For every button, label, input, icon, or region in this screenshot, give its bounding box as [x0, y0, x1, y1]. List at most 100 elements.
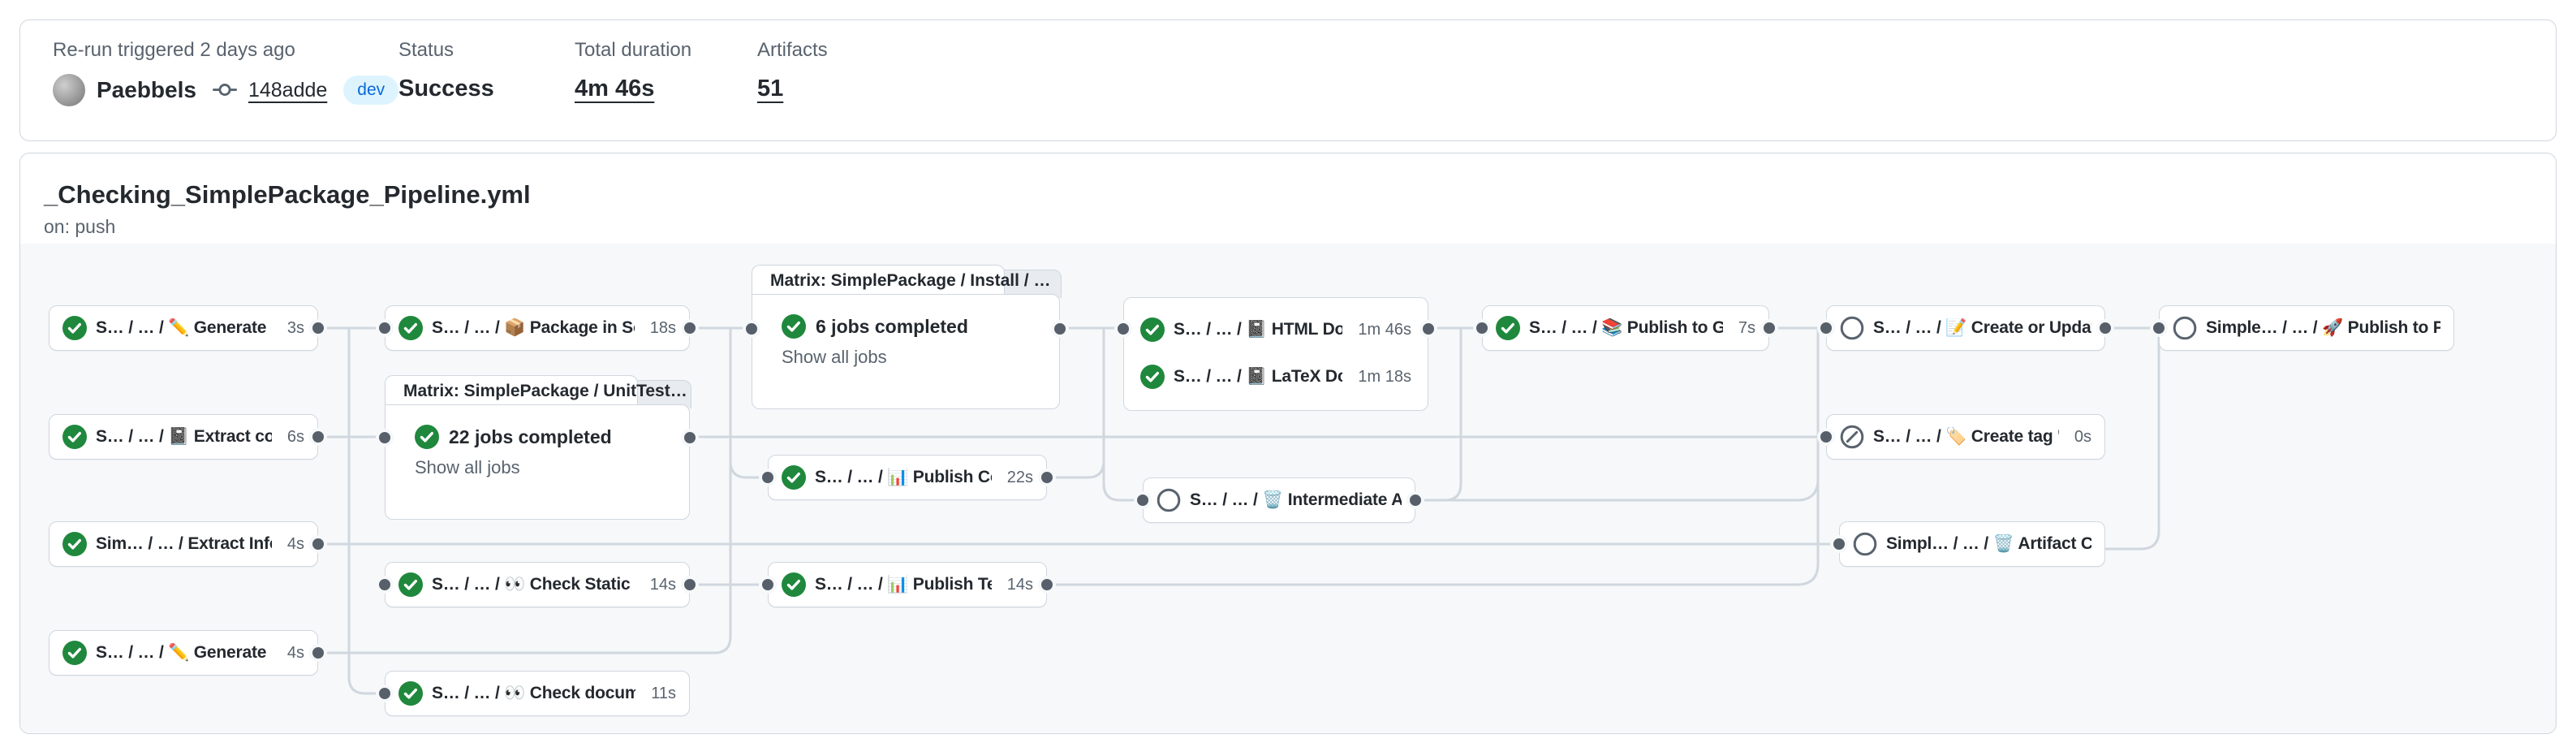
- matrix-status-text: 6 jobs completed: [816, 316, 968, 338]
- job-duration: 11s: [644, 685, 676, 703]
- connector-dot: [1760, 319, 1778, 337]
- skipped-slash-icon: [1840, 425, 1864, 449]
- job-label: S… / … / 📓 HTML Docu…: [1174, 320, 1342, 339]
- job-node-check-static-typing[interactable]: S… / … / 👀 Check Static Ty… 14s: [385, 562, 690, 607]
- connector-dot: [1817, 319, 1835, 337]
- connector-dot: [376, 685, 394, 702]
- job-label: S… / … / 📚 Publish to GH-P…: [1529, 318, 1723, 338]
- show-all-jobs-link[interactable]: Show all jobs: [752, 339, 1059, 368]
- job-node-generate-pipeline-2[interactable]: S… / … / ✏️ Generate pipelin… 4s: [49, 630, 318, 676]
- matrix-status-row: 22 jobs completed: [386, 405, 689, 449]
- skipped-icon: [2173, 316, 2197, 340]
- job-node-artifact-cleanup[interactable]: Simpl… / … / 🗑️ Artifact Cleanup: [1839, 521, 2105, 567]
- connector-dot: [376, 319, 394, 337]
- connector-dot: [309, 644, 327, 662]
- avatar[interactable]: [53, 74, 85, 106]
- job-node-publish-code-coverage[interactable]: S… / … / 📊 Publish Code C… 22s: [768, 455, 1047, 500]
- connector-dot: [309, 319, 327, 337]
- job-node-package-in-source[interactable]: S… / … / 📦 Package in Sou… 18s: [385, 305, 690, 351]
- job-node-extract-information[interactable]: Sim… / … / Extract Information 4s: [49, 521, 318, 567]
- rerun-column: Re-run triggered 2 days ago: [53, 38, 295, 63]
- job-label: S… / … / 📓 Extract configur…: [96, 427, 272, 447]
- job-node-create-or-update-release[interactable]: S… / … / 📝 Create or Update R…: [1826, 305, 2105, 351]
- skipped-icon: [1157, 488, 1181, 512]
- job-node-generate-pipeline-1[interactable]: S… / … / ✏️ Generate pipelin… 3s: [49, 305, 318, 351]
- job-label: S… / … / 📊 Publish Code C…: [815, 468, 992, 487]
- connector-dot: [376, 429, 394, 447]
- success-icon: [1496, 316, 1520, 340]
- job-duration: 1m 46s: [1351, 321, 1411, 339]
- job-duration: 7s: [1732, 319, 1755, 338]
- connector-dot: [1830, 535, 1848, 553]
- connector-dot: [1406, 491, 1424, 509]
- success-icon: [782, 465, 806, 490]
- status-column: Status Success: [398, 38, 494, 102]
- job-label: S… / … / 📦 Package in Sou…: [432, 318, 635, 338]
- connector-dot: [1134, 491, 1152, 509]
- connector-dot: [1038, 576, 1056, 594]
- job-duration: 0s: [2068, 428, 2091, 447]
- job-node-create-tag[interactable]: S… / … / 🏷️ Create tag '${{ in… 0s: [1826, 414, 2105, 460]
- job-duration: 14s: [644, 576, 676, 594]
- matrix-install-tab: Matrix: SimplePackage / Install / …: [752, 265, 1005, 296]
- documentation-group-card[interactable]: S… / … / 📓 HTML Docu… 1m 46s S… / … / 📓 …: [1123, 297, 1428, 411]
- job-label: S… / … / 🗑️ Intermediate Artifa…: [1190, 490, 1402, 510]
- duration-label: Total duration: [575, 38, 691, 63]
- job-node-publish-to-gh-pages[interactable]: S… / … / 📚 Publish to GH-P… 7s: [1482, 305, 1769, 351]
- connector-dot: [376, 576, 394, 594]
- connector-dot: [1114, 320, 1132, 338]
- matrix-status-text: 22 jobs completed: [449, 426, 612, 448]
- connector-dot: [2150, 319, 2168, 337]
- success-icon: [782, 572, 806, 597]
- job-duration: 4s: [281, 644, 304, 663]
- job-node-publish-to-pypi[interactable]: Simple… / … / 🚀 Publish to PyPI: [2159, 305, 2454, 351]
- commit-link[interactable]: 148adde: [248, 79, 327, 102]
- duration-value[interactable]: 4m 46s: [575, 76, 691, 102]
- workflow-title: _Checking_SimplePackage_Pipeline.yml: [44, 180, 531, 210]
- job-label: S… / … / 🏷️ Create tag '${{ in…: [1873, 427, 2059, 447]
- job-duration: 1m 18s: [1351, 368, 1411, 387]
- connector-dot: [743, 320, 760, 338]
- matrix-status-row: 6 jobs completed: [752, 295, 1059, 339]
- workflow-trigger: on: push: [44, 216, 115, 238]
- connector-dot: [309, 428, 327, 446]
- success-icon: [398, 316, 423, 340]
- job-label: Simpl… / … / 🗑️ Artifact Cleanup: [1886, 534, 2091, 554]
- matrix-install-card[interactable]: 6 jobs completed Show all jobs: [752, 294, 1060, 409]
- status-value: Success: [398, 76, 494, 102]
- matrix-unittest-card[interactable]: 22 jobs completed Show all jobs: [385, 404, 690, 520]
- rerun-label: Re-run triggered 2 days ago: [53, 38, 295, 63]
- success-icon: [398, 572, 423, 597]
- success-icon: [62, 425, 87, 449]
- job-node-intermediate-artifacts[interactable]: S… / … / 🗑️ Intermediate Artifa…: [1143, 477, 1415, 523]
- job-duration: 22s: [1001, 469, 1033, 487]
- job-duration: 14s: [1001, 576, 1033, 594]
- show-all-jobs-link[interactable]: Show all jobs: [386, 449, 689, 478]
- connector-dot: [759, 576, 777, 594]
- branch-badge[interactable]: dev: [343, 76, 398, 105]
- success-icon: [62, 316, 87, 340]
- success-icon: [398, 681, 423, 706]
- job-row-latex-documentation[interactable]: S… / … / 📓 LaTeX Docu… 1m 18s: [1124, 353, 1428, 400]
- connector-dot: [309, 535, 327, 553]
- job-node-check-documentation[interactable]: S… / … / 👀 Check docume… 11s: [385, 671, 690, 716]
- artifacts-count[interactable]: 51: [757, 76, 828, 102]
- job-duration: 18s: [644, 319, 676, 338]
- success-icon: [782, 314, 806, 339]
- job-label: Sim… / … / Extract Information: [96, 534, 272, 554]
- connector-dot: [1817, 428, 1835, 446]
- job-node-extract-configuration[interactable]: S… / … / 📓 Extract configur… 6s: [49, 414, 318, 460]
- success-icon: [1140, 365, 1165, 389]
- actor-row: Paebbels 148adde dev: [53, 71, 398, 110]
- job-node-publish-test-results[interactable]: S… / … / 📊 Publish Test Re… 14s: [768, 562, 1047, 607]
- job-label: S… / … / ✏️ Generate pipelin…: [96, 643, 272, 663]
- actor-name[interactable]: Paebbels: [97, 77, 196, 103]
- success-icon: [1140, 318, 1165, 342]
- job-row-html-documentation[interactable]: S… / … / 📓 HTML Docu… 1m 46s: [1124, 306, 1428, 353]
- skipped-icon: [1840, 316, 1864, 340]
- connector-dot: [1051, 320, 1069, 338]
- job-duration: 3s: [281, 319, 304, 338]
- connector-dot: [1473, 319, 1491, 337]
- run-summary-card: Re-run triggered 2 days ago Paebbels 148…: [19, 19, 2557, 141]
- connector-dot: [1038, 469, 1056, 486]
